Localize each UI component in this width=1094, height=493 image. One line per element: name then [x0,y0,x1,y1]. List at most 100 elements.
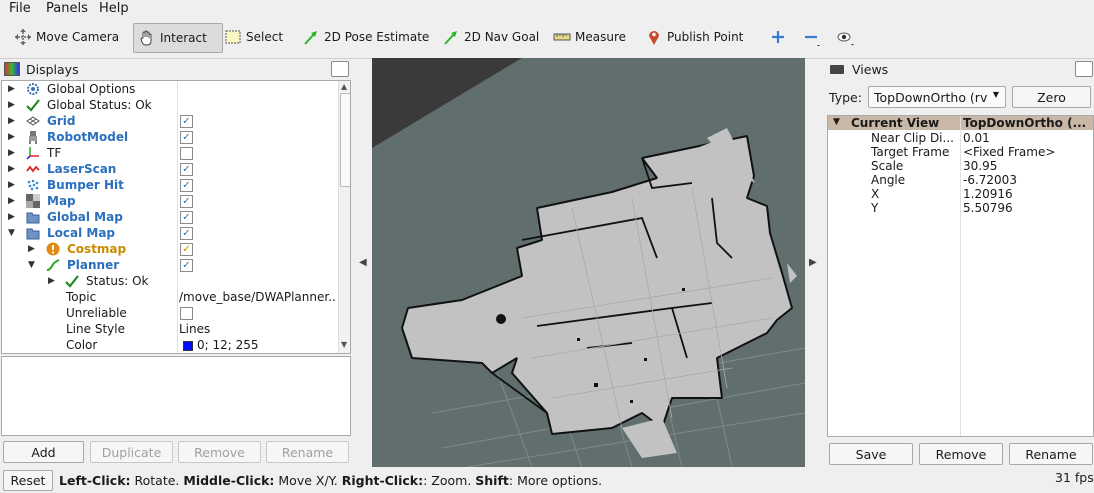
collapse-arrow-icon[interactable]: ▼ [8,228,15,238]
enable-checkbox[interactable]: ✓ [180,210,193,224]
publish-point-tool[interactable]: Publish Point [645,23,743,51]
angle-value[interactable]: -6.72003 [963,173,1017,187]
tree-label: Local Map [47,226,116,240]
camera-icon [830,64,844,74]
tree-row-bumper-hit[interactable]: ▶ Bumper Hit ✓ [2,177,338,193]
near-clip-value[interactable]: 0.01 [963,131,990,145]
tree-row-robotmodel[interactable]: ▶ RobotModel ✓ [2,129,338,145]
display-description-box [1,356,351,436]
tree-row-planner[interactable]: ▼ Planner ✓ [2,257,338,273]
hand-icon [138,29,156,47]
interact-tool[interactable]: Interact [133,23,223,53]
column-divider [960,116,961,436]
scroll-down-icon[interactable]: ▼ [341,340,347,349]
eye-icon [836,28,854,46]
select-tool[interactable]: Select [224,23,283,51]
zero-button[interactable]: Zero [1012,86,1091,108]
expand-arrow-icon[interactable]: ▶ [8,100,15,110]
reset-button[interactable]: Reset [3,470,53,491]
splitter-right-arrow-icon[interactable]: ▶ [809,257,817,268]
move-camera-tool[interactable]: Move Camera [14,23,119,51]
tree-label: TF [47,146,62,160]
enable-checkbox[interactable]: ✓ [180,242,193,256]
tree-row-costmap[interactable]: ▶ Costmap ✓ [2,241,338,257]
scale-value[interactable]: 30.95 [963,159,997,173]
expand-arrow-icon[interactable]: ▶ [8,212,15,222]
color-swatch[interactable] [183,341,193,351]
enable-checkbox[interactable]: ✓ [180,194,193,208]
ruler-icon [553,28,571,46]
scrollbar-thumb[interactable] [340,93,350,187]
displays-float-button[interactable] [331,61,349,77]
enable-checkbox[interactable]: ✓ [180,162,193,176]
menu-panels[interactable]: Panels [46,1,88,16]
tree-label: Planner [67,258,120,272]
render-viewport[interactable] [372,58,805,467]
tree-row-tf[interactable]: ▶ TF [2,145,338,161]
view-tool-button[interactable] [836,23,858,51]
expand-arrow-icon[interactable]: ▶ [8,116,15,126]
tree-row-local-map[interactable]: ▼ Local Map ✓ [2,225,338,241]
tree-row-global-options[interactable]: ▶ Global Options [2,81,338,97]
displays-tree[interactable]: ▶ Global Options ▶ Global Status: Ok ▶ G… [1,80,351,354]
displays-scrollbar[interactable]: ▲ ▼ [338,81,350,353]
tree-row-global-status[interactable]: ▶ Global Status: Ok [2,97,338,113]
y-value[interactable]: 5.50796 [963,201,1013,215]
current-view-label: Current View [851,116,940,130]
collapse-arrow-icon[interactable]: ▼ [833,117,840,127]
views-properties-tree[interactable]: ▼ Current View TopDownOrtho (... Near Cl… [827,115,1094,437]
rename-display-button[interactable]: Rename [266,441,349,463]
tree-row-planner-status[interactable]: ▶ Status: Ok [2,273,338,289]
expand-arrow-icon[interactable]: ▶ [8,180,15,190]
expand-arrow-icon[interactable]: ▶ [8,196,15,206]
remove-display-button[interactable]: Remove [178,441,261,463]
tree-row-global-map[interactable]: ▶ Global Map ✓ [2,209,338,225]
enable-checkbox[interactable] [180,146,193,160]
duplicate-button[interactable]: Duplicate [90,441,173,463]
expand-arrow-icon[interactable]: ▶ [8,148,15,158]
collapse-arrow-icon[interactable]: ▼ [28,260,35,270]
scroll-up-icon[interactable]: ▲ [341,82,347,91]
enable-checkbox[interactable]: ✓ [180,258,193,272]
tree-row-laserscan[interactable]: ▶ LaserScan ✓ [2,161,338,177]
menu-help[interactable]: Help [99,1,129,16]
map-canvas [372,58,805,467]
save-view-button[interactable]: Save [829,443,913,465]
enable-checkbox[interactable]: ✓ [180,130,193,144]
view-type-select[interactable]: TopDownOrtho (rv ▼ [868,86,1006,108]
tree-row-line-style[interactable]: Line Style Lines [2,321,338,337]
expand-arrow-icon[interactable]: ▶ [8,84,15,94]
line-style-value[interactable]: Lines [179,322,210,336]
expand-arrow-icon[interactable]: ▶ [8,132,15,142]
tree-row-unreliable[interactable]: Unreliable [2,305,338,321]
menu-file[interactable]: File [9,1,31,16]
measure-tool[interactable]: Measure [553,23,626,51]
splitter-left-arrow-icon[interactable]: ◀ [359,257,367,268]
expand-arrow-icon[interactable]: ▶ [8,164,15,174]
remove-tool-button[interactable] [802,23,824,51]
unreliable-checkbox[interactable] [180,306,193,320]
enable-checkbox[interactable]: ✓ [180,226,193,240]
views-float-button[interactable] [1075,61,1093,77]
tree-label: Status: Ok [86,274,149,288]
current-view-value: TopDownOrtho (... [963,116,1087,130]
rename-view-button[interactable]: Rename [1009,443,1093,465]
enable-checkbox[interactable]: ✓ [180,114,193,128]
remove-view-button[interactable]: Remove [919,443,1003,465]
tree-row-color[interactable]: Color 0; 12; 255 [2,337,338,353]
nav-goal-tool[interactable]: 2D Nav Goal [442,23,539,51]
add-button[interactable]: Add [3,441,84,463]
enable-checkbox[interactable]: ✓ [180,178,193,192]
color-value[interactable]: 0; 12; 255 [197,338,259,352]
expand-arrow-icon[interactable]: ▶ [28,244,35,254]
add-tool-button[interactable] [769,23,791,51]
tree-row-map[interactable]: ▶ Map ✓ [2,193,338,209]
expand-arrow-icon[interactable]: ▶ [48,276,55,286]
topic-value[interactable]: /move_base/DWAPlanner.. [179,290,336,304]
tree-row-topic[interactable]: Topic /move_base/DWAPlanner.. [2,289,338,305]
pose-estimate-tool[interactable]: 2D Pose Estimate [302,23,429,51]
target-frame-value[interactable]: <Fixed Frame> [963,145,1055,159]
tree-row-grid[interactable]: ▶ Grid ✓ [2,113,338,129]
x-value[interactable]: 1.20916 [963,187,1013,201]
toolbar: Move Camera Interact Select 2D Pose Esti… [0,18,1094,59]
